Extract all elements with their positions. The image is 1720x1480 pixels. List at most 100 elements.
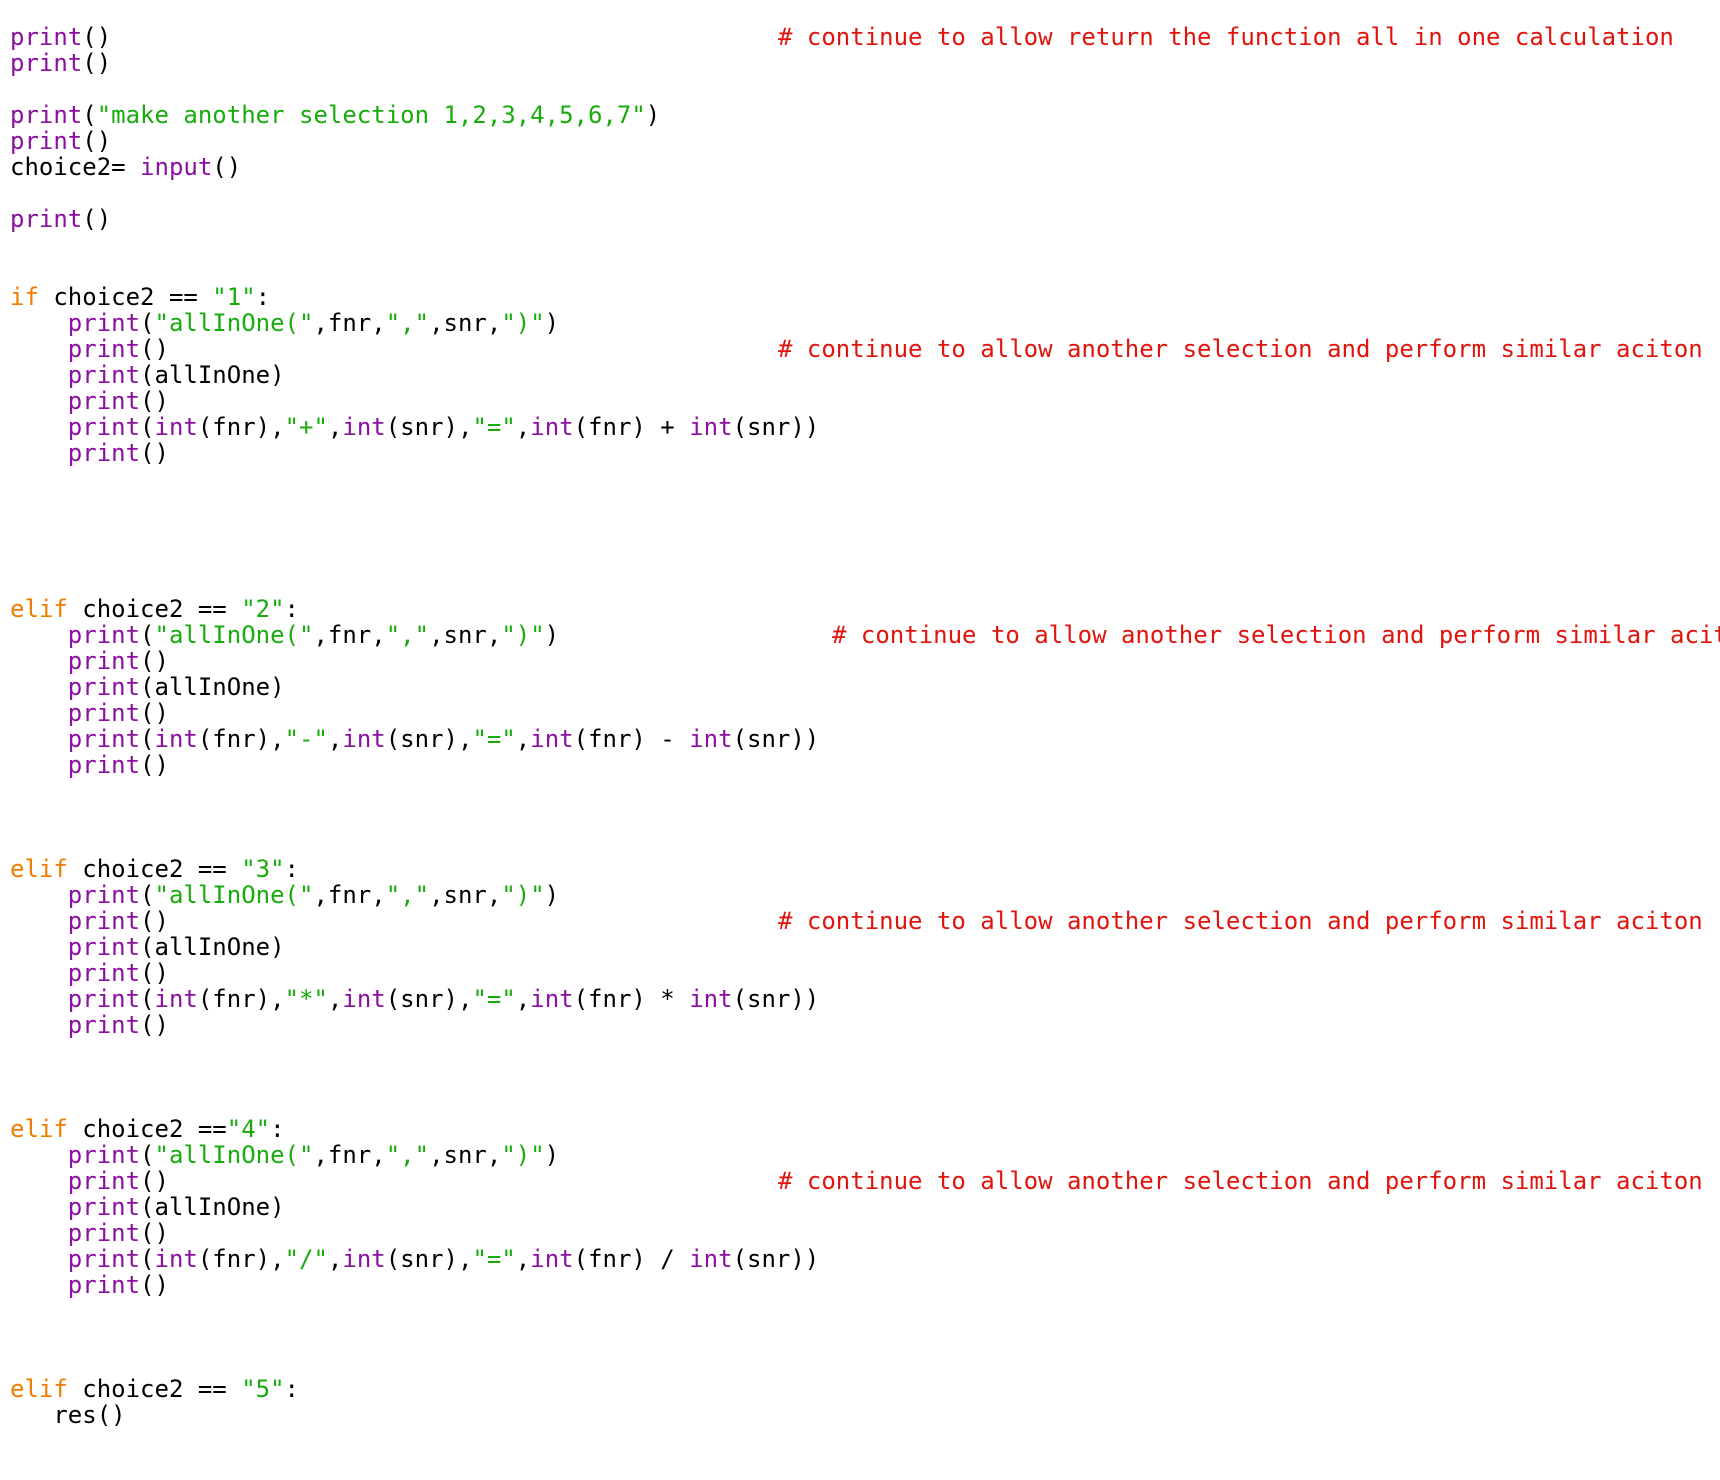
code-token: , bbox=[515, 1245, 531, 1273]
code-token: print bbox=[67, 699, 141, 727]
code-token: ,fnr, bbox=[313, 621, 386, 649]
code-token: int bbox=[154, 1245, 198, 1273]
code-token: () bbox=[140, 907, 169, 935]
code-comment: # continue to allow another selection an… bbox=[778, 907, 1703, 935]
code-token: ( bbox=[140, 1141, 155, 1169]
code-token: choice2 == bbox=[67, 1375, 242, 1403]
code-token: choice2 == bbox=[67, 595, 242, 623]
code-token: ( bbox=[140, 1245, 155, 1273]
code-line: print() # continue to allow another selec… bbox=[10, 908, 1710, 934]
code-token: int bbox=[342, 725, 386, 753]
code-token: if bbox=[10, 283, 39, 311]
code-token: print bbox=[67, 1193, 141, 1221]
code-token: (snr), bbox=[385, 725, 473, 753]
code-token: choice2 == bbox=[67, 1115, 227, 1143]
code-token: elif bbox=[10, 1375, 68, 1403]
code-token: () bbox=[140, 751, 169, 779]
code-line: elif choice2 == "5": bbox=[10, 1376, 1710, 1402]
code-line: print(allInOne) bbox=[10, 934, 1710, 960]
code-token: : bbox=[255, 283, 271, 311]
code-token: ( bbox=[140, 881, 155, 909]
code-editor[interactable]: print() # continue to allow return the fu… bbox=[10, 23, 1720, 1429]
code-line: print() bbox=[10, 1220, 1710, 1246]
code-token: elif bbox=[10, 855, 68, 883]
code-token: ")" bbox=[501, 881, 545, 909]
code-token: ) bbox=[544, 881, 560, 909]
code-token: (fnr), bbox=[197, 985, 285, 1013]
code-token: () bbox=[82, 23, 112, 51]
code-token: () bbox=[212, 153, 242, 181]
code-line: print() bbox=[10, 648, 1710, 674]
code-token: ( bbox=[140, 725, 155, 753]
code-token: print bbox=[67, 309, 141, 337]
code-token: "-" bbox=[284, 725, 328, 753]
code-token: "5" bbox=[241, 1375, 285, 1403]
code-token: int bbox=[342, 413, 386, 441]
code-line: print("allInOne(",fnr,",",snr,")") # cont… bbox=[10, 621, 1720, 649]
code-token: elif bbox=[10, 595, 68, 623]
code-token: print bbox=[67, 413, 141, 441]
code-token: int bbox=[154, 985, 198, 1013]
code-line: print() bbox=[10, 128, 1710, 154]
code-token: print bbox=[67, 881, 141, 909]
code-token: print bbox=[67, 1245, 141, 1273]
code-token: : bbox=[284, 855, 299, 883]
code-token: (fnr), bbox=[197, 1245, 285, 1273]
code-token: print bbox=[10, 101, 83, 129]
code-token: ( bbox=[82, 101, 97, 129]
code-token: int bbox=[689, 1245, 733, 1273]
code-token: res() bbox=[10, 1401, 126, 1429]
code-token: () bbox=[140, 1271, 169, 1299]
code-token: "," bbox=[385, 1141, 430, 1169]
code-token: ( bbox=[140, 309, 155, 337]
code-line: print(allInOne) bbox=[10, 674, 1710, 700]
code-line: print() bbox=[10, 752, 1710, 778]
code-line: print() bbox=[10, 960, 1710, 986]
code-line: print() bbox=[10, 388, 1710, 414]
code-token: ,snr, bbox=[429, 1141, 502, 1169]
code-token: (fnr) * bbox=[573, 985, 690, 1013]
code-token: , bbox=[327, 725, 343, 753]
code-token: print bbox=[67, 647, 141, 675]
code-token: print bbox=[67, 1141, 141, 1169]
code-token: "1" bbox=[212, 283, 256, 311]
code-token: int bbox=[689, 413, 733, 441]
code-token: print bbox=[67, 439, 141, 467]
code-token: (allInOne) bbox=[140, 1193, 285, 1221]
code-token: int bbox=[530, 413, 574, 441]
code-token: print bbox=[67, 1167, 141, 1195]
code-token: "=" bbox=[472, 413, 516, 441]
code-line: print("make another selection 1,2,3,4,5,… bbox=[10, 102, 1710, 128]
code-token: "," bbox=[385, 881, 430, 909]
code-token: print bbox=[67, 335, 141, 363]
code-token: (fnr), bbox=[197, 725, 285, 753]
code-token: : bbox=[284, 595, 299, 623]
code-token: print bbox=[67, 1219, 141, 1247]
code-line: print(int(fnr),"+",int(snr),"=",int(fnr)… bbox=[10, 414, 1710, 440]
code-token: print bbox=[67, 907, 141, 935]
code-token: int bbox=[342, 1245, 386, 1273]
